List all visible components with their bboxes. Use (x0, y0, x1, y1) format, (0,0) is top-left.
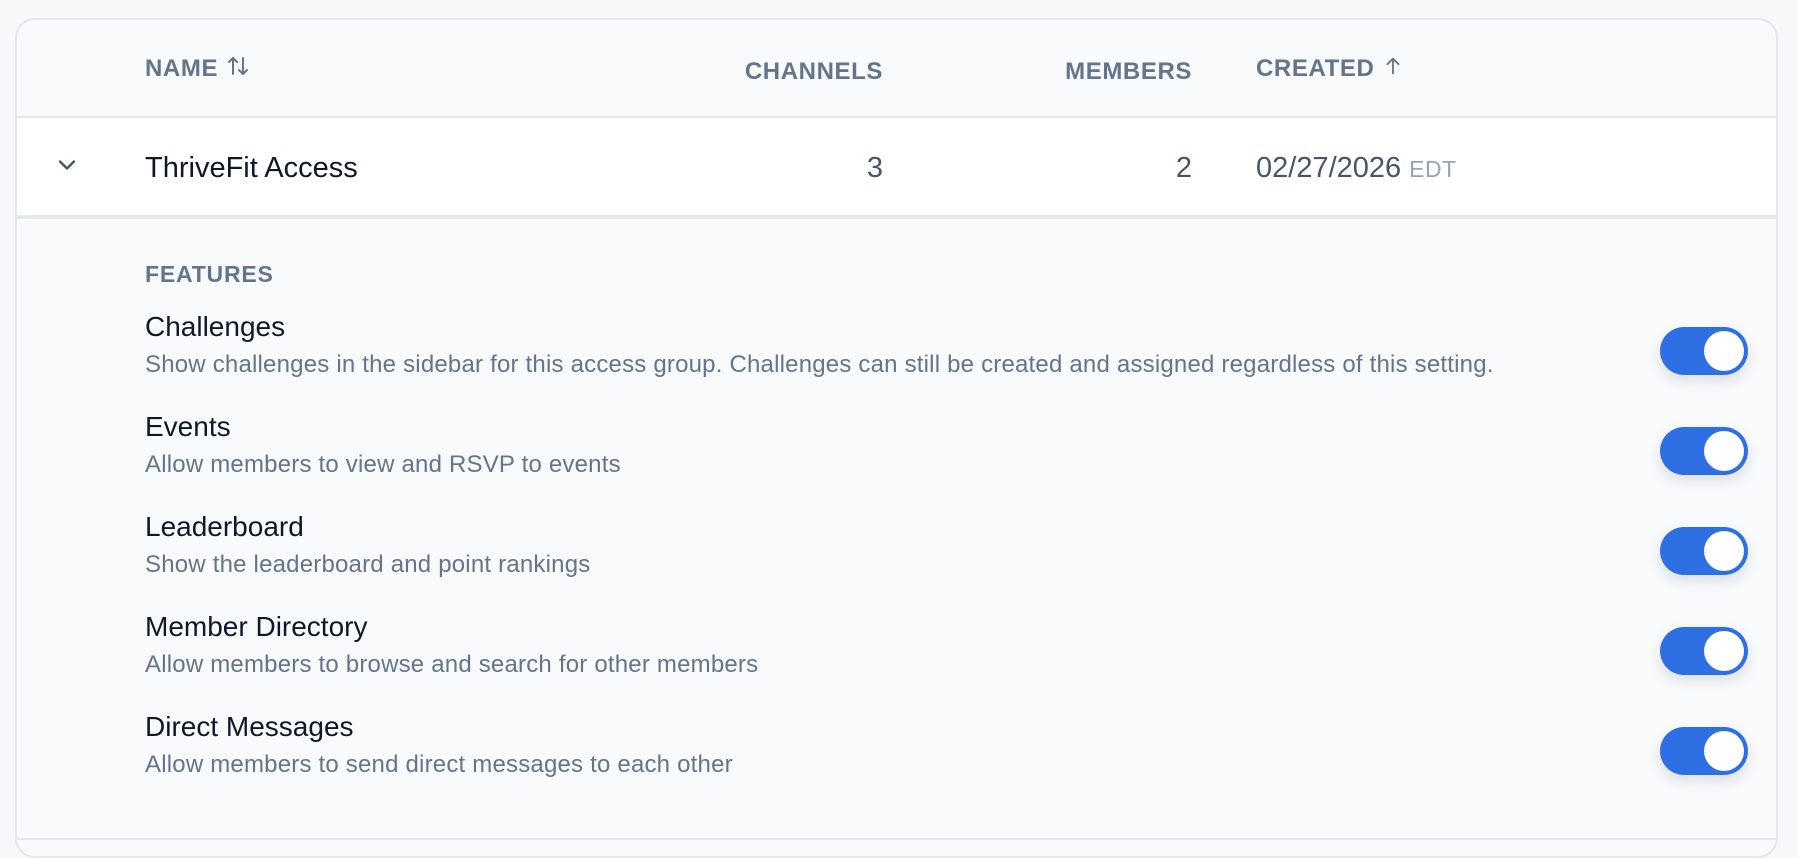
arrow-up-icon[interactable] (1382, 55, 1404, 84)
toggle-knob (1704, 531, 1744, 571)
access-groups-table: NAME CHANNELS MEMBERS CREATED ThriveFit … (15, 18, 1778, 858)
feature-title: Leaderboard (145, 511, 304, 542)
feature-challenges: Challenges Show challenges in the sideba… (17, 311, 1776, 401)
column-header-created[interactable]: CREATED (1256, 52, 1404, 86)
feature-direct-messages: Direct Messages Allow members to send di… (17, 711, 1776, 801)
feature-description: Allow members to send direct messages to… (145, 751, 733, 778)
feature-description: Show challenges in the sidebar for this … (145, 351, 1494, 378)
toggle-knob (1704, 731, 1744, 771)
table-row[interactable]: ThriveFit Access 3 2 02/27/2026 EDT (17, 118, 1776, 219)
row-created-timezone: EDT (1409, 156, 1457, 182)
feature-description: Show the leaderboard and point rankings (145, 551, 591, 578)
feature-leaderboard: Leaderboard Show the leaderboard and poi… (17, 511, 1776, 601)
row-members-count: 2 (1175, 152, 1192, 184)
row-created-date-value: 02/27/2026 (1256, 152, 1402, 184)
feature-toggle-events[interactable] (1660, 427, 1748, 475)
column-header-members[interactable]: MEMBERS (17, 55, 1192, 89)
divider (17, 838, 1776, 840)
feature-title: Challenges (145, 311, 286, 342)
feature-title: Events (145, 411, 231, 442)
feature-title: Member Directory (145, 611, 368, 642)
row-created-date: 02/27/2026 EDT (1256, 152, 1457, 185)
toggle-knob (1704, 331, 1744, 371)
feature-toggle-challenges[interactable] (1660, 327, 1748, 375)
feature-member-directory: Member Directory Allow members to browse… (17, 611, 1776, 701)
feature-description: Allow members to view and RSVP to events (145, 451, 621, 478)
feature-title: Direct Messages (145, 711, 354, 742)
feature-description: Allow members to browse and search for o… (145, 651, 759, 678)
feature-toggle-leaderboard[interactable] (1660, 527, 1748, 575)
column-header-members-label: MEMBERS (1065, 58, 1192, 85)
features-panel: FEATURES Challenges Show challenges in t… (17, 219, 1776, 840)
toggle-knob (1704, 431, 1744, 471)
feature-toggle-direct-messages[interactable] (1660, 727, 1748, 775)
column-header-created-label: CREATED (1256, 55, 1375, 82)
feature-toggle-member-directory[interactable] (1660, 627, 1748, 675)
table-header: NAME CHANNELS MEMBERS CREATED (17, 20, 1776, 118)
features-heading: FEATURES (145, 261, 274, 287)
feature-events: Events Allow members to view and RSVP to… (17, 411, 1776, 501)
toggle-knob (1704, 631, 1744, 671)
